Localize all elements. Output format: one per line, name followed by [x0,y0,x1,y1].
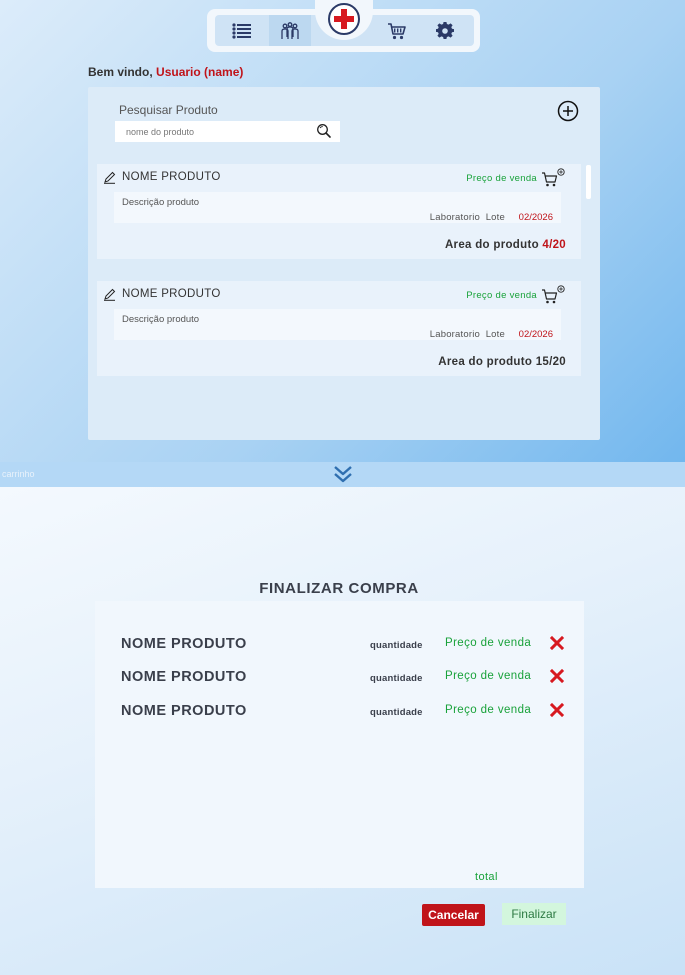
search-box [115,121,340,142]
checkout-item: NOME PRODUTO quantidade Preço de venda [95,636,584,656]
product-price: Preço de venda [466,173,537,184]
add-to-cart-icon[interactable] [541,285,565,305]
product-details: Descrição produto Laboratorio Lote 02/20… [114,192,561,223]
product-area: Area do produto 4/20 [444,239,566,251]
home-logo-button[interactable] [328,3,360,35]
product-area-count: 15/20 [535,356,566,368]
edit-pencil-icon[interactable] [103,288,116,301]
checkout-item-quantity[interactable]: quantidade [370,640,423,651]
welcome-prefix: Bem vindo, [88,65,153,79]
checkout-total: total [475,871,498,883]
product-details: Descrição produto Laboratorio Lote 02/20… [114,309,561,340]
cart-icon [388,22,406,39]
checkout-item: NOME PRODUTO quantidade Preço de venda [95,703,584,723]
search-label: Pesquisar Produto [119,103,218,117]
product-area: Area do produto 15/20 [438,356,566,368]
product-name: NOME PRODUTO [122,171,221,183]
medical-cross-logo [333,8,355,30]
product-card: NOME PRODUTO Preço de venda Descrição pr… [97,281,581,376]
product-description: Descrição produto [122,314,200,325]
checkout-item-price: Preço de venda [445,704,532,716]
product-area-count: 4/20 [542,239,566,251]
checkout-item-price: Preço de venda [445,670,532,682]
double-chevron-down-icon[interactable] [333,464,353,484]
checkout-item: NOME PRODUTO quantidade Preço de venda [95,669,584,689]
product-lab: Laboratorio Lote [429,212,505,223]
search-input[interactable] [115,121,310,142]
checkout-item-name: NOME PRODUTO [121,703,247,719]
edit-pencil-icon[interactable] [103,171,116,184]
checkout-item-quantity[interactable]: quantidade [370,707,423,718]
nav-cart-button[interactable] [380,15,414,46]
team-icon [281,21,299,39]
product-description: Descrição produto [122,197,200,208]
nav-settings-button[interactable] [428,15,462,46]
user-name: Usuario (name) [156,65,244,79]
product-expiry: 02/2026 [518,212,553,223]
nav-list-button[interactable] [225,15,259,46]
finish-button[interactable]: Finalizar [502,903,566,925]
checkout-item-name: NOME PRODUTO [121,636,247,652]
list-icon [232,22,251,39]
welcome-text: Bem vindo, Usuario (name) [88,65,243,79]
remove-item-icon[interactable] [550,636,564,650]
checkout-item-name: NOME PRODUTO [121,669,247,685]
divider-label: carrinho [2,469,35,479]
checkout-item-quantity[interactable]: quantidade [370,673,423,684]
remove-item-icon[interactable] [550,703,564,717]
checkout-item-price: Preço de venda [445,637,532,649]
checkout-title: FINALIZAR COMPRA [259,580,419,597]
nav-team-button[interactable] [273,15,307,46]
remove-item-icon[interactable] [550,669,564,683]
add-to-cart-icon[interactable] [541,168,565,188]
product-name: NOME PRODUTO [122,288,221,300]
add-product-button[interactable] [557,100,579,122]
cancel-button[interactable]: Cancelar [422,904,485,926]
product-price: Preço de venda [466,290,537,301]
product-list-scrollbar[interactable] [586,165,591,199]
product-expiry: 02/2026 [518,329,553,340]
search-icon[interactable] [316,123,333,140]
gear-icon [436,21,454,39]
product-card: NOME PRODUTO Preço de venda Descrição pr… [97,164,581,259]
product-lab: Laboratorio Lote [429,329,505,340]
